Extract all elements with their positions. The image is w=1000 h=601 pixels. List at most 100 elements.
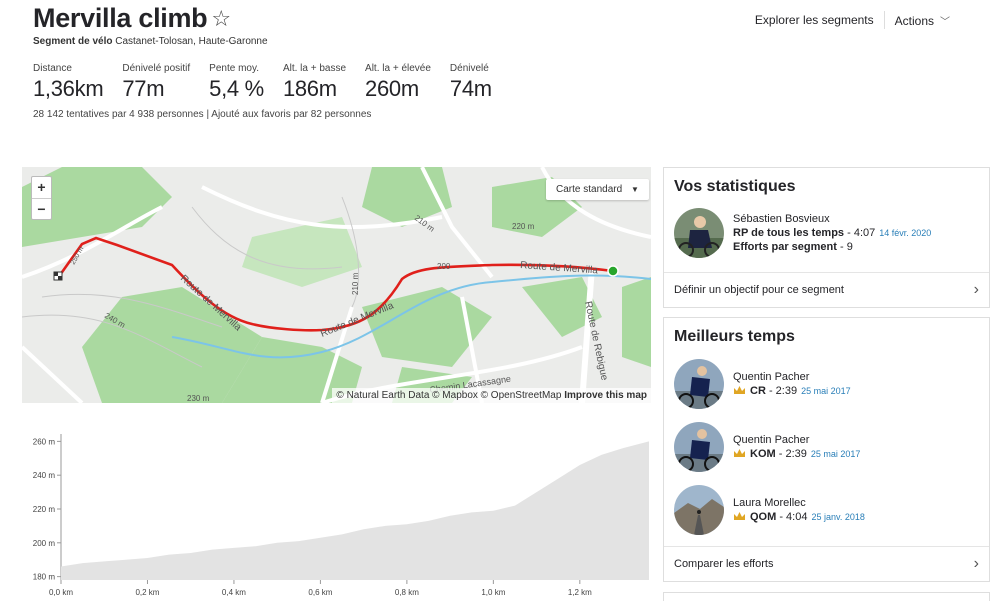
x-tick-label: 0,4 km [222, 588, 246, 597]
compare-efforts-label: Comparer les efforts [674, 558, 774, 570]
leaderboard-info: Quentin Pacher CR - 2:39 25 mai 2017 [733, 370, 851, 398]
stat-value: 260m [365, 76, 419, 101]
compare-efforts-link[interactable]: Comparer les efforts › [664, 546, 989, 581]
pr-date[interactable]: 14 févr. 2020 [879, 228, 931, 238]
y-tick-label: 220 m [33, 505, 56, 514]
zoom-out-button[interactable]: − [32, 198, 51, 219]
segment-title: Mervilla climb ☆ [33, 3, 231, 34]
record-badge: KOM [750, 448, 776, 460]
chevron-right-icon: › [973, 555, 979, 572]
x-tick-label: 0,0 km [49, 588, 73, 597]
stat-lowest-elev: Alt. la + basse 186m [283, 63, 346, 102]
record-line: CR - 2:39 25 mai 2017 [733, 384, 851, 398]
segment-map[interactable]: Route de Mervilla Route de Mervilla Rout… [22, 167, 651, 403]
rider-photo [674, 359, 724, 409]
improve-map-link[interactable]: Improve this map [564, 390, 647, 401]
pr-label: RP de tous les temps [733, 227, 845, 239]
map-attribution: © Natural Earth Data © Mapbox © OpenStre… [332, 388, 651, 403]
rider-photo [674, 422, 724, 472]
contour-label: 210 m [351, 272, 360, 295]
segment-subtitle: Segment de vélo Castanet-Tolosan, Haute-… [33, 36, 268, 47]
attempts-summary: 28 142 tentatives par 4 938 personnes | … [33, 109, 372, 120]
your-stats-card: Vos statistiques Sébastien Bosvieux RP d… [663, 167, 990, 308]
actions-menu[interactable]: Actions ﹀ [885, 13, 960, 28]
caret-down-icon: ▼ [630, 185, 639, 194]
chevron-right-icon: › [973, 281, 979, 298]
star-icon[interactable]: ☆ [211, 6, 231, 32]
stat-value: 186m [282, 76, 337, 101]
x-tick-label: 0,8 km [395, 588, 419, 597]
rider-photo [674, 485, 724, 535]
best-times-title: Meilleurs temps [674, 328, 795, 345]
efforts-line: Efforts par segment - 9 [733, 240, 931, 254]
record-badge: CR [750, 385, 766, 397]
stat-value: 77m [122, 76, 165, 101]
your-stats-title: Vos statistiques [674, 178, 796, 195]
avatar[interactable] [674, 485, 724, 535]
start-marker-icon [53, 271, 63, 281]
leaderboard-row: Laura Morellec QOM - 4:04 25 janv. 2018 [664, 485, 875, 535]
record-badge: QOM [750, 511, 777, 523]
efforts-label: Efforts par segment [733, 241, 837, 253]
leaderboard-info: Quentin Pacher KOM - 2:39 25 mai 2017 [733, 433, 860, 461]
segment-location: Castanet-Tolosan, Haute-Garonne [115, 36, 268, 47]
segment-type: Segment de vélo [33, 36, 113, 47]
explore-segments-link[interactable]: Explorer les segments [745, 13, 884, 27]
leaderboard-info: Laura Morellec QOM - 4:04 25 janv. 2018 [733, 496, 865, 524]
crown-icon [734, 386, 745, 394]
y-tick-label: 200 m [33, 539, 56, 548]
avatar[interactable] [674, 422, 724, 472]
end-marker-icon [607, 265, 619, 277]
your-stats-row: Sébastien Bosvieux RP de tous les temps … [664, 208, 989, 258]
map-style-dropdown[interactable]: Carte standard ▼ [546, 179, 649, 200]
leaderboard-row: Quentin Pacher KOM - 2:39 25 mai 2017 [664, 422, 870, 472]
zoom-controls: + − [31, 176, 52, 220]
set-goal-label: Définir un objectif pour ce segment [674, 284, 844, 296]
athlete-name[interactable]: Quentin Pacher [733, 370, 851, 384]
avatar[interactable] [674, 208, 724, 258]
next-card [663, 592, 990, 601]
stat-label: Dénivelé [449, 63, 489, 74]
elevation-profile: 180 m 200 m 220 m 240 m 260 m 0,0 km 0,2 km 0,4… [22, 430, 651, 601]
stat-elevation-gain: Dénivelé positif 77m [122, 63, 190, 102]
x-tick-label: 0,2 km [135, 588, 159, 597]
record-date[interactable]: 25 mai 2017 [801, 386, 851, 396]
contour-label: 220 m [512, 222, 535, 231]
efforts-value: - 9 [836, 241, 853, 253]
map-canvas: Route de Mervilla Route de Mervilla Rout… [22, 167, 651, 403]
x-tick-label: 0,6 km [308, 588, 332, 597]
zoom-in-button[interactable]: + [32, 177, 51, 198]
y-tick-label: 180 m [33, 573, 56, 582]
athlete-name[interactable]: Laura Morellec [733, 496, 865, 510]
your-stats-info: Sébastien Bosvieux RP de tous les temps … [733, 212, 931, 254]
x-tick-label: 1,0 km [481, 588, 505, 597]
stat-label: Alt. la + élevée [365, 63, 431, 74]
rider-photo [674, 208, 724, 258]
contour-label: 200 [437, 262, 451, 271]
record-line: QOM - 4:04 25 janv. 2018 [733, 510, 865, 524]
record-date[interactable]: 25 mai 2017 [811, 449, 861, 459]
stat-avg-grade: Pente moy. 5,4 % [209, 63, 264, 102]
stat-highest-elev: Alt. la + élevée 260m [365, 63, 431, 102]
record-line: KOM - 2:39 25 mai 2017 [733, 447, 860, 461]
contour-label: 230 m [187, 394, 210, 403]
stat-label: Pente moy. [209, 63, 260, 74]
athlete-name[interactable]: Sébastien Bosvieux [733, 212, 931, 226]
leaderboard-row: Quentin Pacher CR - 2:39 25 mai 2017 [664, 359, 861, 409]
stat-value: 5,4 % [209, 76, 264, 101]
stat-label: Dénivelé positif [122, 63, 191, 74]
stat-distance: Distance 1,36km [33, 63, 104, 102]
record-date[interactable]: 25 janv. 2018 [811, 512, 864, 522]
athlete-name[interactable]: Quentin Pacher [733, 433, 860, 447]
map-style-label: Carte standard [556, 184, 623, 195]
x-tick-label: 1,2 km [568, 588, 592, 597]
set-goal-link[interactable]: Définir un objectif pour ce segment › [664, 272, 989, 307]
actions-label: Actions [894, 13, 934, 28]
crown-icon [734, 512, 745, 520]
stat-value: 74m [449, 76, 492, 101]
avatar[interactable] [674, 359, 724, 409]
record-time: - 4:04 [776, 511, 808, 523]
record-time: - 2:39 [775, 448, 807, 460]
record-time: - 2:39 [765, 385, 798, 397]
best-times-card: Meilleurs temps Quentin Pacher CR - 2:39… [663, 317, 990, 582]
